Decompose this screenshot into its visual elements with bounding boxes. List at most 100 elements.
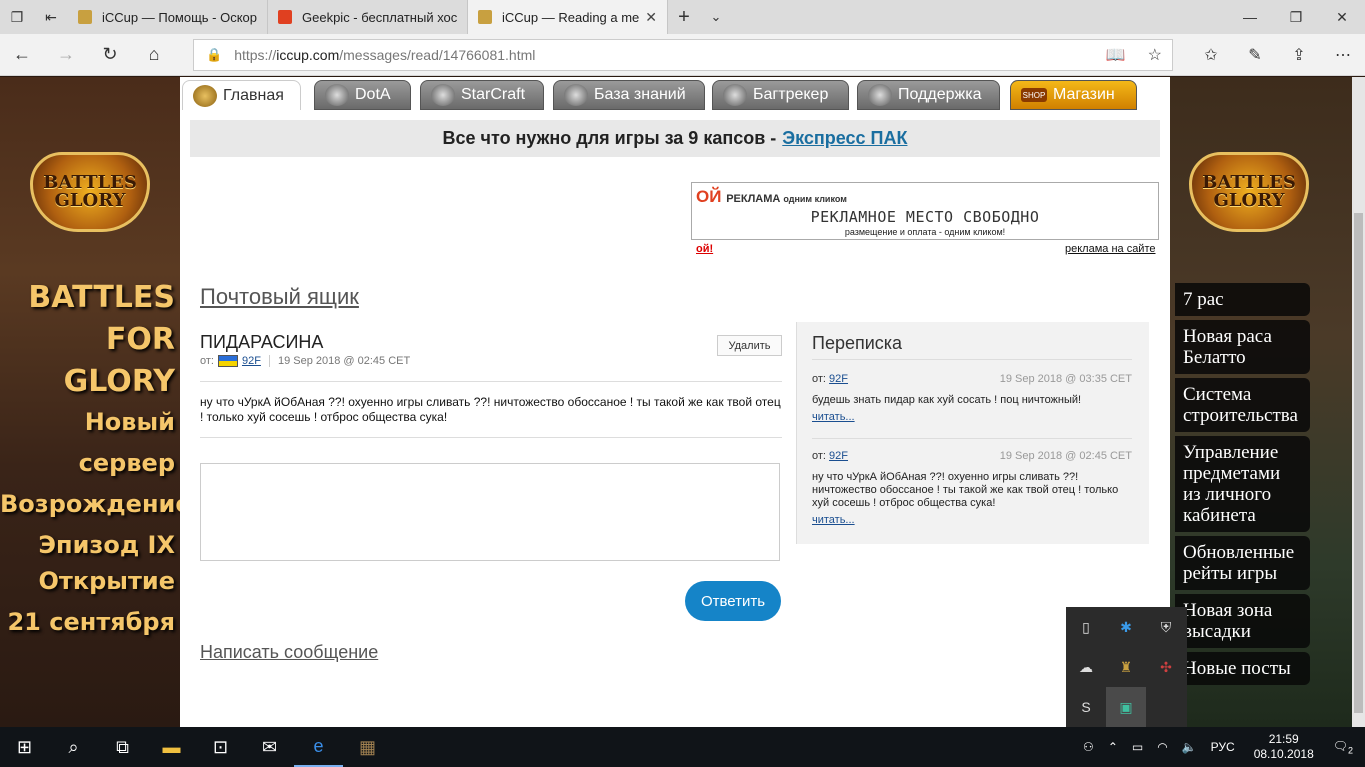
security-shield-icon[interactable]: ⛨ xyxy=(1146,607,1186,647)
promo-text: Все что нужно для игры за 9 капсов - xyxy=(442,128,777,148)
divider xyxy=(200,437,782,438)
delete-button[interactable]: Удалить xyxy=(717,335,782,356)
forward-arrow-icon[interactable]: → xyxy=(44,34,88,76)
conversation-heading: Переписка xyxy=(812,333,903,353)
refresh-icon[interactable]: ↻ xyxy=(88,34,132,76)
ad-oy-link[interactable]: ой! xyxy=(696,243,713,255)
divider xyxy=(268,355,270,367)
iccup-favicon-icon xyxy=(478,10,492,24)
geekpic-favicon-icon xyxy=(278,10,292,24)
edge-browser-icon[interactable]: e xyxy=(294,727,343,767)
onedrive-cloud-icon[interactable]: ☁ xyxy=(1066,647,1106,687)
close-tab-icon[interactable]: ✕ xyxy=(645,9,657,26)
share-icon[interactable]: ⇪ xyxy=(1277,34,1321,76)
reply-textarea[interactable] xyxy=(200,463,780,561)
volume-icon[interactable]: 🔈 xyxy=(1182,740,1197,754)
game-app-icon[interactable]: ▦ xyxy=(343,727,392,767)
tab-title: iCCup — Помощь - Оскорб xyxy=(102,9,257,25)
restore-icon[interactable]: ❐ xyxy=(1273,0,1319,34)
tab-list-chevron-icon[interactable]: ⌄ xyxy=(700,0,732,34)
mail-icon[interactable]: ✉ xyxy=(245,727,294,767)
read-more-link[interactable]: читать... xyxy=(812,411,1132,423)
clock[interactable]: 21:59 08.10.2018 xyxy=(1254,732,1314,762)
task-view-icon[interactable]: ⧉ xyxy=(98,727,147,767)
sender-link[interactable]: 92F xyxy=(829,373,848,385)
message-meta: от: 92F 19 Sep 2018 @ 02:45 CET xyxy=(200,355,410,367)
nav-tab-dota[interactable]: DotA xyxy=(314,80,411,110)
read-more-link[interactable]: читать... xyxy=(812,514,1132,526)
windows-start-icon[interactable]: ⊞ xyxy=(0,727,49,767)
set-aside-tabs-icon[interactable]: ⇤ xyxy=(34,0,68,34)
write-message-link[interactable]: Написать сообщение xyxy=(200,642,378,663)
conversation-item: от: 92F 19 Sep 2018 @ 03:35 CET будешь зн… xyxy=(812,373,1132,423)
favorites-hub-icon[interactable]: ✩ xyxy=(1189,34,1233,76)
divider xyxy=(812,438,1132,439)
trophy-icon xyxy=(193,84,217,107)
more-menu-icon[interactable]: ⋯ xyxy=(1321,34,1365,76)
close-window-icon[interactable]: ✕ xyxy=(1319,0,1365,34)
sender-link[interactable]: 92F xyxy=(829,450,848,462)
show-hidden-icons-chevron-icon[interactable]: ⌃ xyxy=(1108,740,1118,754)
address-bar: ← → ↻ ⌂ 🔒 https://iccup.com/messages/rea… xyxy=(0,34,1365,76)
ad-on-site-link[interactable]: реклама на сайте xyxy=(1065,243,1156,255)
battery-icon[interactable]: ▭ xyxy=(1132,740,1143,754)
iccup-favicon-icon xyxy=(78,10,92,24)
store-icon[interactable]: ⊡ xyxy=(196,727,245,767)
message-subject: ПИДАРАСИНА xyxy=(200,332,324,352)
mailbox-heading[interactable]: Почтовый ящик xyxy=(200,284,359,310)
back-arrow-icon[interactable]: ← xyxy=(0,34,44,76)
ukraine-flag-icon xyxy=(217,355,238,367)
ad-banner[interactable]: ОЙ РЕКЛАМА одним кликом РЕКЛАМНОЕ МЕСТО С… xyxy=(691,182,1159,240)
divider xyxy=(812,359,1132,360)
browser-tab-bar: ❐ ⇤ iCCup — Помощь - Оскорб Geekpic - бе… xyxy=(0,0,1365,34)
conversation-item: от: 92F 19 Sep 2018 @ 02:45 CET ну что чУ… xyxy=(812,450,1132,526)
gamepad-icon[interactable]: ✣ xyxy=(1146,647,1186,687)
new-tab-button[interactable]: + xyxy=(668,0,700,34)
favorite-star-icon[interactable]: ☆ xyxy=(1148,45,1162,65)
greenshot-icon[interactable]: ▣ xyxy=(1106,687,1146,727)
from-label: от: xyxy=(200,355,214,367)
reply-button[interactable]: Ответить xyxy=(685,581,781,621)
usb-drive-icon[interactable]: ▯ xyxy=(1066,607,1106,647)
notification-center-icon[interactable]: 🗨2 xyxy=(1333,739,1353,755)
divider xyxy=(200,381,782,382)
site-nav: Главная DotA StarCraft База знаний Багтр… xyxy=(180,77,1170,110)
nav-tab-support[interactable]: Поддержка xyxy=(857,80,1000,110)
skype-status-icon[interactable]: S xyxy=(1066,687,1106,727)
nav-tab-bugtracker[interactable]: Багтрекер xyxy=(712,80,849,110)
bluetooth-icon[interactable]: ✱ xyxy=(1106,607,1146,647)
gear-icon xyxy=(868,84,892,106)
tab-title: iCCup — Reading a mes xyxy=(502,9,640,25)
system-tray: ⚇ ⌃ ▭ ◠ 🔈 РУС 21:59 08.10.2018 🗨2 xyxy=(1076,727,1365,767)
browser-tab-1[interactable]: iCCup — Помощь - Оскорб xyxy=(68,0,268,34)
wifi-icon[interactable]: ◠ xyxy=(1157,740,1167,754)
game-launcher-icon[interactable]: ♜ xyxy=(1106,647,1146,687)
sender-link[interactable]: 92F xyxy=(242,355,261,367)
reading-view-icon[interactable]: 📖 xyxy=(1106,45,1126,65)
nav-tab-knowledge-base[interactable]: База знаний xyxy=(553,80,705,110)
nav-tab-shop[interactable]: SHOP Магазин xyxy=(1010,80,1137,110)
nav-tab-home[interactable]: Главная xyxy=(182,80,301,110)
home-icon[interactable]: ⌂ xyxy=(132,34,176,76)
minimize-icon[interactable]: — xyxy=(1227,0,1273,34)
ad-headline: РЕКЛАМНОЕ МЕСТО СВОБОДНО xyxy=(810,208,1040,226)
url-input[interactable]: 🔒 https://iccup.com/messages/read/147660… xyxy=(193,39,1173,71)
people-icon[interactable]: ⚇ xyxy=(1083,740,1094,754)
nav-tab-starcraft[interactable]: StarCraft xyxy=(420,80,544,110)
scrollbar-thumb[interactable] xyxy=(1354,213,1363,713)
browser-tab-2[interactable]: Geekpic - бесплатный хост xyxy=(268,0,468,34)
language-indicator[interactable]: РУС xyxy=(1211,740,1235,754)
tab-title: Geekpic - бесплатный хост xyxy=(302,9,457,25)
url-prefix: https:// xyxy=(234,47,277,63)
file-explorer-icon[interactable]: ▬ xyxy=(147,727,196,767)
ad-brand-logo: ОЙ РЕКЛАМА одним кликом xyxy=(696,187,847,206)
notes-pen-icon[interactable]: ✎ xyxy=(1233,34,1277,76)
express-pack-link[interactable]: Экспресс ПАК xyxy=(782,128,907,149)
hidden-icons-popup: ▯ ✱ ⛨ ☁ ♜ ✣ S ▣ xyxy=(1066,607,1187,727)
tab-preview-icon[interactable]: ❐ xyxy=(0,0,34,34)
search-icon[interactable]: ⌕ xyxy=(49,727,98,767)
browser-tab-3[interactable]: iCCup — Reading a mes ✕ xyxy=(468,0,668,34)
page-scrollbar[interactable] xyxy=(1352,77,1365,727)
ad-subline: размещение и оплата - одним кликом! xyxy=(844,227,1006,237)
message-date: 19 Sep 2018 @ 02:45 CET xyxy=(277,355,411,367)
